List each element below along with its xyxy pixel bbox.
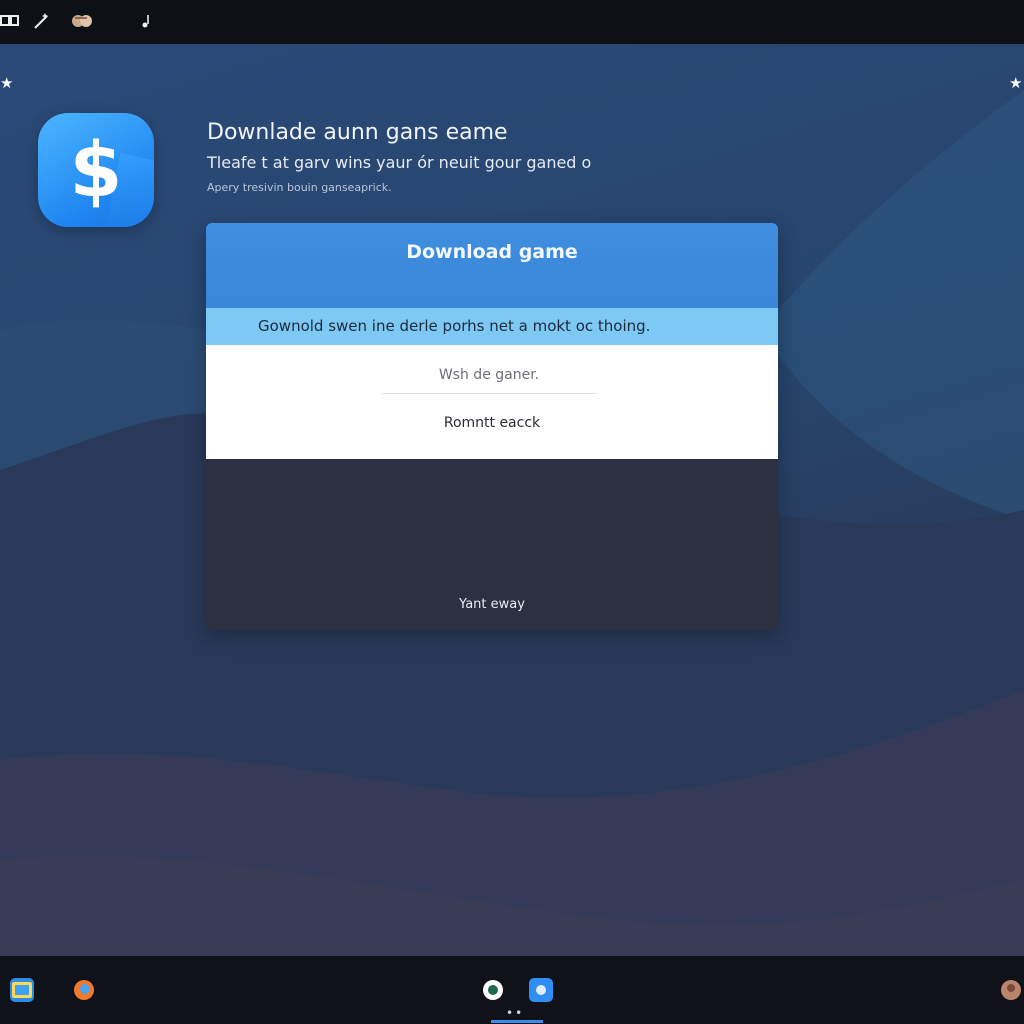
download-dialog: Download game Gownold swen ine derle por… [206, 223, 778, 630]
banner-text: Gownold swen ine derle porhs net a mokt … [258, 317, 651, 335]
window-icon[interactable] [0, 10, 20, 38]
dialog-title: Download game [406, 241, 578, 263]
active-app-dots: •• [506, 1006, 525, 1020]
hands-icon[interactable] [70, 10, 94, 38]
browser-icon[interactable] [72, 978, 96, 1002]
user-avatar-icon[interactable] [998, 978, 1022, 1002]
circle-app-icon[interactable] [481, 978, 505, 1002]
star-icon: ★ [1009, 74, 1023, 92]
page-subtitle: Tleafe t at garv wins yaur ór neuit gour… [207, 153, 592, 172]
image-icon[interactable] [10, 978, 34, 1002]
music-note-icon[interactable] [138, 10, 154, 38]
page-title: Downlade aunn gans eame [207, 120, 508, 145]
dismiss-button[interactable]: Yant eway [206, 597, 778, 612]
active-app-indicator [491, 1020, 543, 1023]
dialog-header: Download game [206, 223, 778, 308]
app-icon[interactable]: $ [38, 113, 154, 227]
game-name-input[interactable] [382, 357, 596, 394]
dialog-info-banner: Gownold swen ine derle porhs net a mokt … [206, 308, 778, 345]
dollar-sign-icon: $ [69, 125, 123, 214]
secondary-link[interactable]: Romntt eacck [206, 415, 778, 431]
blue-app-icon[interactable] [529, 978, 553, 1002]
star-icon: ★ [0, 74, 14, 92]
dialog-form: Romntt eacck [206, 345, 778, 459]
top-bar [0, 0, 1024, 44]
magic-wand-icon[interactable] [32, 10, 52, 38]
dialog-footer: Yant eway [206, 459, 778, 630]
page-caption: Apery tresivin bouin ganseaprick. [207, 181, 392, 194]
